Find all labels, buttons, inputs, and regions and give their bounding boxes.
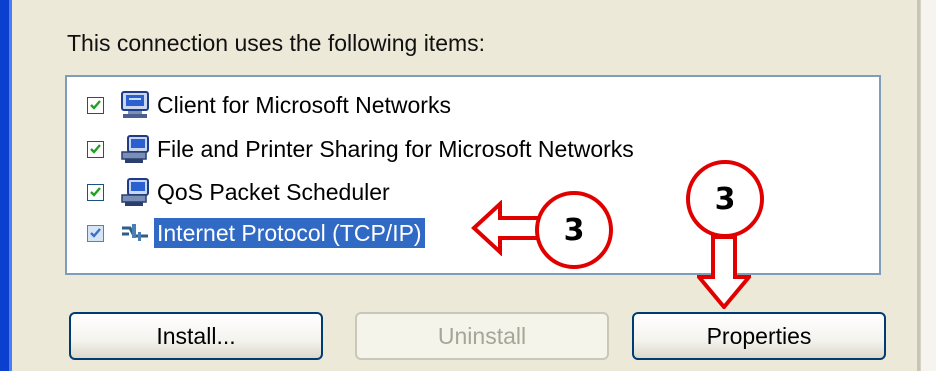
uninstall-button[interactable]: Uninstall — [355, 312, 609, 360]
install-button[interactable]: Install... — [69, 312, 323, 360]
checkbox-qos-scheduler[interactable] — [87, 183, 104, 201]
checkbox-file-printer-sharing[interactable] — [87, 140, 104, 158]
properties-button[interactable]: Properties — [632, 312, 886, 360]
list-item-file-printer-sharing[interactable]: File and Printer Sharing for Microsoft N… — [87, 132, 637, 166]
list-item-client[interactable]: Client for Microsoft Networks — [87, 88, 454, 122]
list-item-qos-scheduler[interactable]: QoS Packet Scheduler — [87, 175, 393, 209]
checkbox-tcp-ip[interactable] — [87, 224, 104, 242]
list-item-label: File and Printer Sharing for Microsoft N… — [157, 136, 634, 162]
list-item-label: QoS Packet Scheduler — [157, 179, 390, 205]
checkbox-client[interactable] — [87, 96, 104, 114]
window-frame-left — [0, 0, 9, 371]
annotation-arrow-down — [697, 235, 751, 309]
annotation-step-badge-left: 3 — [535, 191, 613, 269]
list-item-label: Internet Protocol (TCP/IP) — [154, 218, 425, 248]
annotation-step-badge-right: 3 — [686, 160, 764, 238]
window-frame-right — [920, 0, 936, 371]
network-protocol-icon — [122, 224, 148, 241]
list-item-tcp-ip[interactable]: Internet Protocol (TCP/IP) — [87, 216, 425, 250]
network-service-icon — [121, 178, 149, 206]
list-item-label: Client for Microsoft Networks — [157, 92, 451, 118]
network-service-icon — [121, 135, 149, 163]
network-client-icon — [121, 91, 149, 118]
items-caption: This connection uses the following items… — [67, 30, 486, 56]
